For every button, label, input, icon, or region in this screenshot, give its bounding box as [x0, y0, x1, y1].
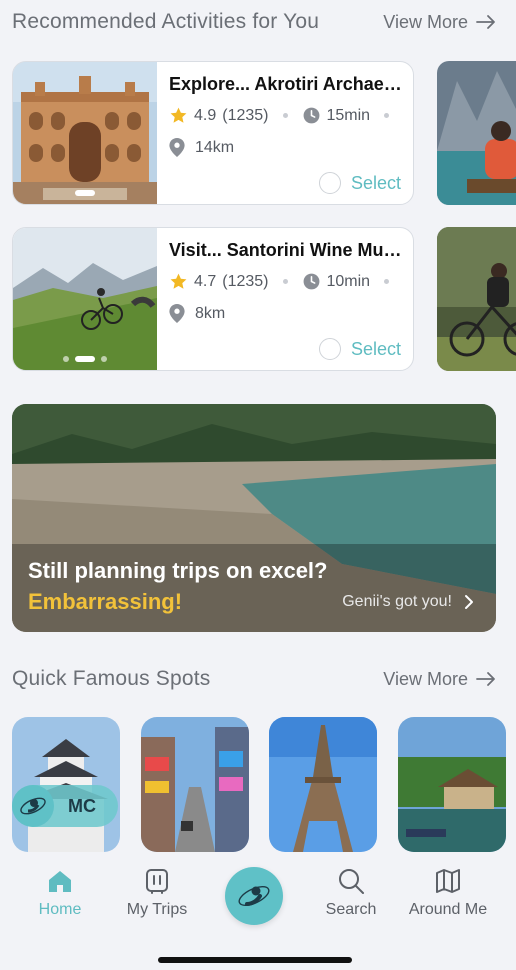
tab-home[interactable]: Home — [10, 867, 110, 919]
genie-logo-icon — [12, 785, 54, 827]
duration-value: 10min — [326, 272, 371, 290]
tab-around-me[interactable]: Around Me — [398, 867, 498, 919]
select-toggle[interactable]: Select — [318, 172, 401, 194]
image-pager — [13, 190, 157, 196]
activity-card-peek[interactable] — [437, 61, 516, 205]
tab-label: My Trips — [126, 901, 188, 918]
promo-banner[interactable]: Still planning trips on excel? Embarrass… — [12, 404, 496, 632]
star-icon — [170, 273, 187, 289]
spots-title: Quick Famous Spots — [12, 667, 211, 690]
recommended-view-more-link[interactable]: View More — [383, 12, 496, 33]
home-indicator — [158, 957, 352, 963]
activity-card-peek[interactable] — [437, 227, 516, 371]
select-radio[interactable] — [318, 338, 341, 360]
arrow-right-icon — [476, 672, 495, 686]
arrow-right-icon — [476, 15, 495, 29]
tab-search[interactable]: Search — [301, 867, 401, 919]
rating-value: 4.7 — [194, 272, 217, 290]
suitcase-icon — [146, 869, 168, 894]
spot-eiffel-tower[interactable] — [269, 717, 377, 852]
genie-icon — [238, 886, 270, 906]
chevron-right-icon — [465, 595, 473, 609]
clock-icon — [303, 273, 319, 290]
activity-card[interactable]: Explore... Akrotiri Archaeological Site … — [12, 61, 414, 205]
activity-image — [13, 62, 157, 204]
distance-value: 14km — [195, 138, 235, 156]
tab-label: Search — [325, 901, 377, 918]
activity-meta: 4.7 (1235) 10min — [169, 272, 397, 291]
distance-value: 8km — [195, 304, 226, 322]
spots-header: Quick Famous Spots View More — [12, 667, 496, 691]
review-count: (1235) — [222, 106, 269, 124]
activity-card[interactable]: Visit... Santorini Wine Museum 4.7 (1235… — [12, 227, 414, 371]
tab-label: Home — [38, 901, 82, 918]
genie-assistant-button[interactable] — [225, 867, 283, 925]
banner-headline: Still planning trips on excel? — [28, 558, 328, 583]
star-icon — [170, 107, 187, 123]
select-label: Select — [350, 338, 401, 359]
home-icon — [49, 871, 71, 892]
recommended-header: Recommended Activities for You View More — [12, 10, 496, 34]
banner-highlight: Embarrassing! — [28, 589, 183, 614]
banner-cta[interactable]: Genii's got you! — [342, 593, 474, 611]
activity-meta: 4.9 (1235) 15min — [169, 106, 397, 125]
location-pin-icon — [169, 304, 185, 323]
location-pin-icon — [169, 138, 185, 157]
search-icon — [339, 869, 364, 894]
select-radio[interactable] — [318, 172, 341, 194]
image-pager — [13, 356, 157, 362]
user-initials: MC — [68, 795, 96, 816]
recommended-title: Recommended Activities for You — [12, 10, 320, 33]
spot-village[interactable] — [398, 717, 506, 852]
activity-distance: 8km — [169, 304, 225, 323]
user-badge[interactable]: MC — [12, 785, 118, 827]
duration-value: 15min — [326, 106, 371, 124]
activity-title: Visit... Santorini Wine Museum — [169, 240, 405, 260]
select-label: Select — [350, 172, 401, 193]
review-count: (1235) — [222, 272, 269, 290]
spot-times-square[interactable] — [141, 717, 249, 852]
activity-distance: 14km — [169, 138, 234, 157]
select-toggle[interactable]: Select — [318, 338, 401, 360]
spots-view-more-link[interactable]: View More — [383, 669, 496, 690]
rating-value: 4.9 — [194, 106, 217, 124]
tab-my-trips[interactable]: My Trips — [107, 867, 207, 919]
tab-label: Around Me — [408, 901, 488, 918]
clock-icon — [303, 107, 319, 124]
activity-image — [13, 228, 157, 370]
view-more-label: View More — [383, 668, 468, 689]
banner-cta-label: Genii's got you! — [342, 593, 452, 610]
map-icon — [436, 869, 460, 893]
view-more-label: View More — [383, 11, 468, 32]
activity-title: Explore... Akrotiri Archaeological Site — [169, 74, 405, 94]
